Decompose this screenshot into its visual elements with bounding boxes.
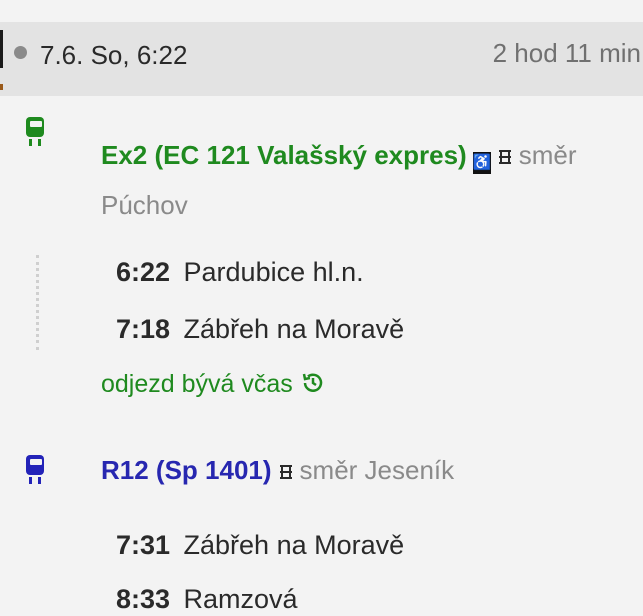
stop-row[interactable]: 8:33 Ramzová (116, 584, 298, 615)
leg-1-title[interactable]: Ex2 (EC 121 Valašský expres) ♿ směr (101, 140, 576, 174)
stop-name: Zábřeh na Moravě (183, 314, 405, 344)
leg-1-direction: Púchov (101, 190, 188, 220)
seat-reservation-icon (278, 463, 294, 481)
wheelchair-icon: ♿ (472, 152, 491, 174)
stop-time: 8:33 (116, 584, 171, 614)
leg-2-line-name[interactable]: R12 (Sp 1401) (101, 455, 272, 485)
departure-date: 7.6. So, 6:22 (40, 40, 188, 70)
status-dot-icon (14, 46, 27, 59)
stop-name: Pardubice hl.n. (183, 257, 364, 287)
train-icon (25, 455, 45, 485)
stop-time: 6:22 (116, 257, 171, 287)
stop-time: 7:18 (116, 314, 171, 344)
stop-row[interactable]: 7:18 Zábřeh na Moravě (116, 314, 404, 345)
leg-2-title[interactable]: R12 (Sp 1401) směr Jeseník (101, 455, 454, 486)
stop-time: 7:31 (116, 530, 171, 560)
seat-reservation-icon (497, 148, 513, 166)
punctuality-text: odjezd bývá včas (101, 370, 293, 398)
stop-row[interactable]: 6:22 Pardubice hl.n. (116, 257, 364, 288)
route-line (36, 255, 39, 350)
leg-1-line-name[interactable]: Ex2 (EC 121 Valašský expres) (101, 140, 467, 170)
stop-row[interactable]: 7:31 Zábřeh na Moravě (116, 530, 404, 561)
history-icon (301, 371, 325, 402)
edge-marker-dot (0, 84, 3, 90)
stop-name: Zábřeh na Moravě (183, 530, 405, 560)
edge-marker (0, 30, 3, 68)
leg-1-direction-label: směr (518, 140, 577, 170)
travel-duration: 2 hod 11 min (492, 38, 641, 68)
stop-name: Ramzová (183, 584, 298, 614)
punctuality-status[interactable]: odjezd bývá včas (101, 370, 325, 402)
leg-2-direction: směr Jeseník (299, 455, 455, 485)
train-icon (25, 117, 45, 147)
